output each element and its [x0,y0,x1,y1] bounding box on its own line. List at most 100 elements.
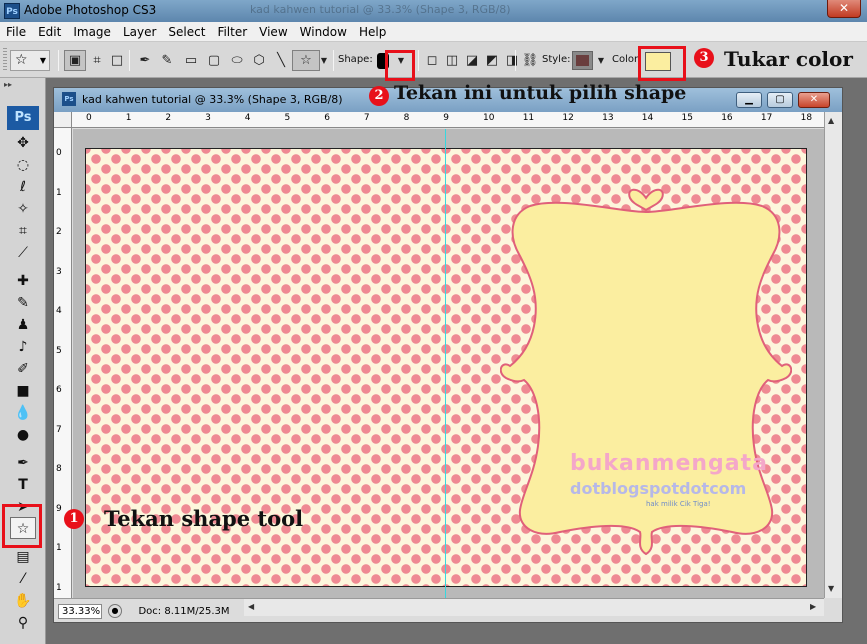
ruler-v-label: 9 [56,503,62,514]
polygon-tool-button[interactable]: ⬡ [248,50,270,71]
background-window-ghost-title: kad kahwen tutorial @ 33.3% (Shape 3, RG… [250,3,511,16]
slice-icon: ⟋ [18,245,28,261]
dodge-icon: ● [16,427,30,443]
maximize-button[interactable]: ▢ [767,92,793,108]
eraser-tool[interactable]: ✐ [10,358,36,380]
history-brush-tool[interactable]: ♪ [10,336,36,358]
rectangle-tool-button[interactable]: ▭ [180,50,202,71]
gradient-tool[interactable]: ■ [10,380,36,402]
subtract-shape-area-button[interactable]: ◪ [461,50,483,71]
clone-stamp-tool[interactable]: ♟ [10,314,36,336]
step-3-badge: 3 [694,48,714,68]
blur-tool[interactable]: 💧 [10,402,36,424]
menu-help[interactable]: Help [353,22,392,39]
minimize-button[interactable]: ▁ [736,92,762,108]
close-document-button[interactable]: ✕ [798,92,830,108]
watermark-line-2: dotblogspotdotcom [570,479,747,498]
exclude-icon: ◨ [505,53,519,68]
scroll-left-icon[interactable]: ◀ [248,602,254,611]
intersect-shape-areas-button[interactable]: ◩ [481,50,503,71]
ruler-origin[interactable] [54,112,72,128]
fill-pixels-mode-button[interactable]: □ [106,50,128,71]
healing-brush-tool[interactable]: ✚ [10,270,36,292]
menu-layer[interactable]: Layer [117,22,162,39]
menu-bar: File Edit Image Layer Select Filter View Window… [0,22,867,42]
document-title: kad kahwen tutorial @ 33.3% (Shape 3, RG… [82,93,343,106]
maximize-icon: ▢ [775,94,785,105]
slice-tool[interactable]: ⟋ [10,242,36,264]
ellipse-tool-button[interactable]: ⬭ [226,50,248,71]
lasso-tool[interactable]: ℓ [10,176,36,198]
ruler-h-label: 9 [443,113,450,123]
eyedropper-tool[interactable]: ⁄ [10,568,36,590]
ruler-h-label: 12 [562,113,574,123]
ruler-v-label: 6 [56,385,62,395]
close-window-button[interactable]: ✕ [827,0,861,18]
link-layer-style-button[interactable]: ⛓ [519,50,541,71]
brush-icon: ✎ [17,295,29,311]
add-area-icon: ◫ [445,53,459,68]
geometry-options-dropdown[interactable]: ▼ [318,50,330,71]
menu-select[interactable]: Select [162,22,211,39]
style-picker-swatch[interactable] [572,51,593,70]
new-layer-icon: ◻ [426,53,438,68]
rounded-rectangle-button[interactable]: ▢ [203,50,225,71]
marquee-tool[interactable]: ◌ [10,154,36,176]
type-tool[interactable]: T [10,474,36,496]
style-label: Style: [542,54,571,65]
line-tool-button[interactable]: ╲ [270,50,292,71]
ruler-h-label: 13 [602,113,614,123]
subtract-area-icon: ◪ [465,53,479,68]
menu-edit[interactable]: Edit [32,22,67,39]
toolbox-collapse-arrows[interactable]: ▸▸ [4,80,42,90]
pen-tool-button[interactable]: ✒ [134,50,156,71]
pen-tool[interactable]: ✒ [10,452,36,474]
close-icon: ✕ [809,94,819,105]
menu-image[interactable]: Image [67,22,117,39]
tool-preset-picker[interactable]: ☆ ▼ [10,50,50,71]
hand-tool[interactable]: ✋ [10,590,36,612]
crop-tool[interactable]: ⌗ [10,220,36,242]
brush-tool[interactable]: ✎ [10,292,36,314]
document-size-info[interactable]: Doc: 8.11M/25.3M [126,604,242,619]
vertical-scrollbar[interactable]: ▲ ▼ [824,112,842,598]
custom-shape-tool-button[interactable]: ☆ [292,50,320,71]
shape-layers-mode-button[interactable]: ▣ [64,50,86,71]
custom-shape-icon: ☆ [300,53,312,68]
dodge-tool[interactable]: ● [10,424,36,446]
move-tool[interactable]: ✥ [10,132,36,154]
add-to-shape-area-button[interactable]: ◫ [441,50,463,71]
menu-file[interactable]: File [0,22,32,39]
bandage-icon: ✚ [17,273,29,289]
options-bar-grip[interactable] [3,48,7,72]
custom-shape-icon: ☆ [15,52,28,68]
zoom-level-field[interactable]: 33.33% [58,604,102,619]
status-menu-icon[interactable]: ● [108,604,122,618]
separator [129,50,130,71]
ruler-h-label: 3 [205,113,211,123]
style-picker-dropdown[interactable]: ▼ [595,50,607,71]
horizontal-ruler[interactable]: 0 1 2 3 4 5 6 7 8 9 10 11 12 13 14 15 16 17 18 [72,112,824,128]
document-window: Ps kad kahwen tutorial @ 33.3% (Shape 3,… [53,87,843,623]
magic-wand-icon: ✧ [17,201,29,217]
vertical-guide-line[interactable] [445,129,446,598]
notes-tool[interactable]: ▤ [10,546,36,568]
magic-wand-tool[interactable]: ✧ [10,198,36,220]
chain-link-icon: ⛓ [521,53,539,68]
scroll-up-icon[interactable]: ▲ [828,116,834,125]
scroll-right-icon[interactable]: ▶ [810,602,816,611]
ruler-h-label: 6 [324,113,330,123]
menu-window[interactable]: Window [294,22,353,39]
scroll-down-icon[interactable]: ▼ [828,584,834,593]
zoom-tool[interactable]: ⚲ [10,612,36,634]
menu-view[interactable]: View [253,22,293,39]
create-new-shape-layer-button[interactable]: ◻ [421,50,443,71]
paths-mode-button[interactable]: ⌗ [86,50,108,71]
highlight-shape-tool [2,504,42,548]
menu-filter[interactable]: Filter [211,22,253,39]
horizontal-scrollbar[interactable]: ◀ ▶ [244,598,824,616]
line-icon: ╲ [277,53,285,68]
freeform-pen-button[interactable]: ✎ [156,50,178,71]
ruler-v-label: 5 [56,345,62,356]
blur-drop-icon: 💧 [14,405,32,421]
